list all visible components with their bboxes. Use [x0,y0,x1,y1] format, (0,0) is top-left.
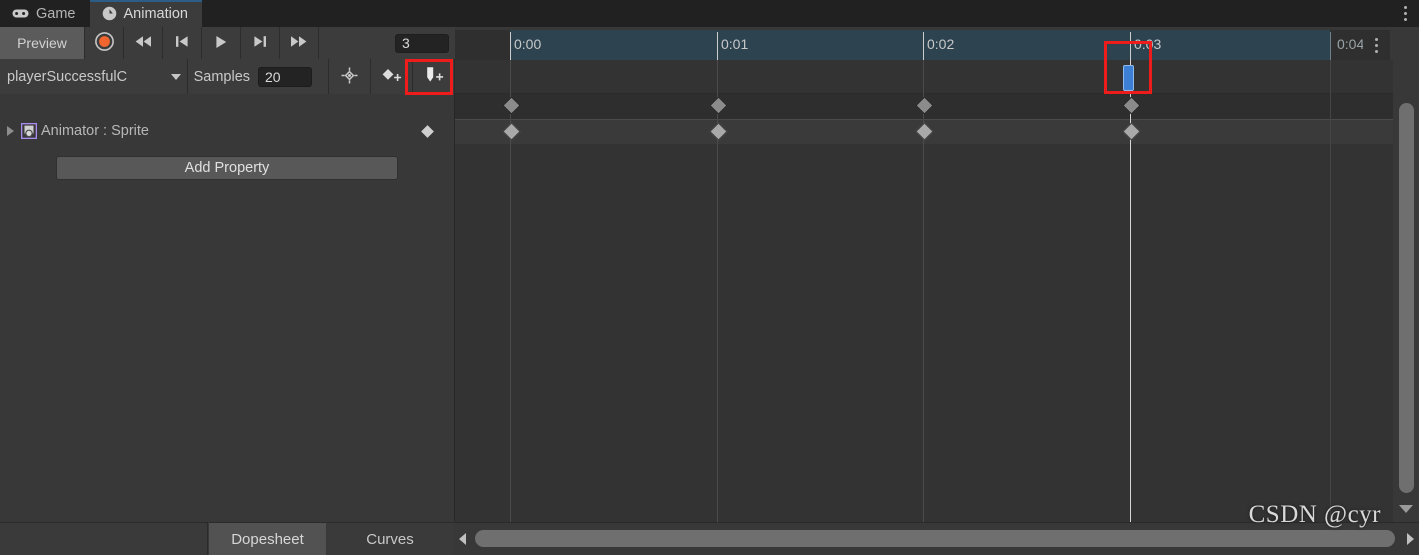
add-keyframe-icon [380,66,404,87]
previous-frame-button[interactable] [163,27,202,59]
horizontal-scrollbar[interactable] [454,522,1419,555]
samples-label: Samples [193,68,251,85]
samples-value: 20 [265,68,281,85]
animation-clip-dropdown[interactable]: playerSuccessfulC [0,59,188,94]
animation-clip-name: playerSuccessfulC [7,68,128,85]
timeline-ruler[interactable]: 0:00 0:01 0:02 0:03 0:04 [455,30,1390,60]
next-frame-button[interactable] [241,27,280,59]
add-property-button[interactable]: Add Property [56,156,398,180]
skip-to-end-icon [289,35,309,51]
bottom-left-filler [0,522,208,555]
tab-curves[interactable]: Curves [327,522,453,555]
scroll-left-icon [459,533,466,545]
dopesheet-area[interactable] [455,60,1393,522]
horizontal-scrollbar-track[interactable] [471,523,1402,555]
playback-toolbar: Preview 3 [0,27,455,59]
scroll-down-button[interactable] [1393,500,1419,518]
ruler-tick [1330,32,1331,60]
tab-dopesheet[interactable]: Dopesheet [209,522,326,555]
animation-event-row[interactable] [455,60,1393,94]
first-frame-button[interactable] [124,27,163,59]
current-frame-value: 3 [402,35,410,51]
tab-animation-label: Animation [123,5,188,22]
add-property-label: Add Property [184,160,270,176]
samples-input[interactable]: 20 [258,66,313,87]
step-forward-icon [252,35,268,51]
tab-dopesheet-label: Dopesheet [231,530,304,548]
add-property-container: Add Property [0,143,454,180]
animation-event-marker[interactable] [1123,65,1134,91]
step-back-icon [174,35,190,51]
play-icon [214,35,228,52]
timeline-active-range [510,30,1330,60]
clock-icon [102,6,117,21]
expand-triangle-icon[interactable] [7,126,14,136]
play-button[interactable] [202,27,241,59]
preview-button[interactable]: Preview [0,27,84,59]
scroll-right-button[interactable] [1402,523,1419,555]
add-event-icon [422,65,446,88]
more-options-icon [1403,5,1407,23]
filter-properties-button[interactable] [329,59,372,94]
scroll-left-button[interactable] [454,523,471,555]
ruler-tick-label: 0:04 [1337,36,1365,52]
grid-line [1330,60,1331,522]
ruler-tick-label: 0:02 [927,36,955,52]
frame-field-container: 3 [319,27,455,59]
gamepad-icon [12,8,29,19]
hierarchy-row-label: Animator : Sprite [41,123,149,139]
keyframe-diamond-icon[interactable] [421,124,434,138]
window-tab-bar: Game Animation [0,0,1419,27]
last-frame-button[interactable] [280,27,319,59]
tab-game-label: Game [36,5,76,22]
crosshair-icon [340,66,359,88]
record-icon [94,32,114,54]
current-frame-input[interactable]: 3 [395,33,449,53]
sprite-icon [21,123,37,139]
tab-animation[interactable]: Animation [89,0,203,27]
clip-toolbar: playerSuccessfulC Samples 20 [0,59,455,94]
preview-label: Preview [17,35,67,51]
window-menu-button[interactable] [1391,0,1419,27]
animation-window: Game Animation Preview 3 playerSuccessfu… [0,0,1419,555]
scroll-down-icon [1399,505,1413,513]
dopesheet-body [455,144,1393,522]
record-button[interactable] [84,27,124,59]
ruler-tick-label: 0:00 [514,36,542,52]
vertical-scrollbar-thumb[interactable] [1399,103,1414,493]
horizontal-scrollbar-thumb[interactable] [475,529,1395,547]
property-hierarchy-panel: Animator : Sprite Add Property [0,94,455,522]
bottom-bar: Dopesheet Curves [0,522,1419,555]
vertical-scrollbar[interactable] [1393,60,1419,522]
add-keyframe-button[interactable] [371,59,414,94]
samples-group: Samples 20 [187,59,330,94]
ruler-tick-label: 0:03 [1134,36,1162,52]
tab-curves-label: Curves [366,530,414,548]
add-event-button[interactable] [413,59,455,94]
scroll-right-icon [1407,533,1414,545]
timeline-options-button[interactable] [1363,30,1390,60]
skip-to-start-icon [133,35,153,51]
hierarchy-top-spacer [0,94,454,119]
more-options-icon [1375,36,1378,54]
ruler-tick-label: 0:01 [721,36,749,52]
hierarchy-row-animator-sprite[interactable]: Animator : Sprite [0,119,454,143]
chevron-down-icon [170,73,181,80]
tab-game[interactable]: Game [0,0,90,27]
